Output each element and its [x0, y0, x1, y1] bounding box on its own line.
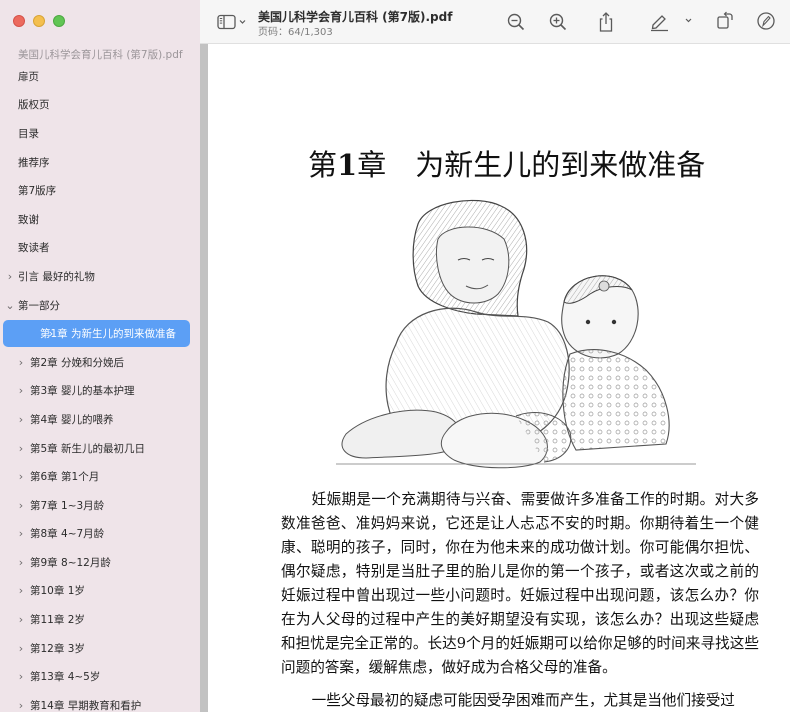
toc-item[interactable]: › 第4章 婴儿的喂养	[0, 405, 200, 434]
chevron-right-icon[interactable]: ›	[16, 584, 26, 597]
toc-item[interactable]: › 第8章 4~7月龄	[0, 520, 200, 549]
toc-item[interactable]: 扉页	[0, 62, 200, 91]
toc-item[interactable]: › 第5章 新生儿的最初几日	[0, 434, 200, 463]
mother-and-children-illustration	[336, 199, 696, 469]
zoom-in-button[interactable]	[547, 11, 569, 33]
pdf-page: 第1章 为新生儿的到来做准备 妊娠期是一个充满期待与兴奋、需要做许多准备工作的时…	[208, 44, 790, 712]
toc-item[interactable]: › 第13章 4~5岁	[0, 662, 200, 691]
toc-item-label: 第2章 分娩和分娩后	[30, 356, 125, 369]
toc-item[interactable]: › 第1章 为新生儿的到来做准备	[0, 319, 200, 348]
toc-item-label: 扉页	[18, 70, 39, 83]
chevron-right-icon[interactable]: ›	[16, 384, 26, 397]
toc-item-label: 致谢	[18, 213, 39, 226]
toc-item-label: 第4章 婴儿的喂养	[30, 413, 114, 426]
toc-item[interactable]: ⌄ 第一部分	[0, 291, 200, 320]
markup-button[interactable]	[755, 10, 777, 32]
table-of-contents: 扉页 版权页 目录 推荐序 第7版序 致谢 致读者 › 引言 最好的礼物 ⌄ 第一部分 › 第1章 为新…	[0, 62, 200, 712]
chevron-right-icon[interactable]: ›	[16, 556, 26, 569]
chapter-title-prefix: 第	[308, 148, 338, 182]
toc-item-label: 第7版序	[18, 185, 57, 198]
body-paragraph-2: 一些父母最初的疑虑可能因受孕困难而产生，尤其是当他们接受过	[311, 692, 735, 709]
highlight-button[interactable]	[648, 10, 692, 32]
page-indicator: 页码：64/1,303	[258, 27, 333, 38]
sidebar-document-title: 美国儿科学会育儿百科 (第7版).pdf	[18, 49, 183, 61]
share-button[interactable]	[595, 10, 617, 34]
chevron-right-icon[interactable]: ›	[16, 527, 26, 540]
toc-item[interactable]: › 第10章 1岁	[0, 577, 200, 606]
highlight-pen-icon	[651, 15, 692, 32]
toc-item-label: 第13章 4~5岁	[30, 671, 101, 684]
sidebar: 美国儿科学会育儿百科 (第7版).pdf 扉页版权页目录推荐序第7版序致谢致读者…	[0, 0, 200, 712]
close-window-button[interactable]	[13, 15, 25, 27]
rotate-button[interactable]	[714, 10, 736, 32]
toc-item[interactable]: › 第12章 3岁	[0, 634, 200, 663]
toc-item-label: 第14章 早期教育和看护	[30, 699, 142, 712]
toc-item-label: 致读者	[18, 242, 50, 255]
toc-item[interactable]: › 第2章 分娩和分娩后	[0, 348, 200, 377]
toc-item[interactable]: › 第14章 早期教育和看护	[0, 691, 200, 712]
toc-item[interactable]: › 第6章 第1个月	[0, 462, 200, 491]
toc-item-label: 第7章 1~3月龄	[30, 499, 105, 512]
toolbar: 美国儿科学会育儿百科 (第7版).pdf 页码：64/1,303	[200, 0, 790, 44]
chapter-number: 1	[337, 148, 358, 182]
toc-item[interactable]: 致谢	[0, 205, 200, 234]
toc-item[interactable]: 第7版序	[0, 176, 200, 205]
chevron-right-icon[interactable]: ›	[16, 442, 26, 455]
toc-item-label: 目录	[18, 127, 39, 140]
sidebar-toggle-button[interactable]	[216, 12, 250, 32]
toc-item[interactable]: › 第3章 婴儿的基本护理	[0, 377, 200, 406]
chevron-down-icon[interactable]: ⌄	[5, 299, 15, 312]
toc-item-label: 第一部分	[18, 299, 60, 312]
preview-window: 美国儿科学会育儿百科 (第7版).pdf 扉页版权页目录推荐序第7版序致谢致读者…	[0, 0, 790, 712]
zoom-in-icon	[549, 13, 567, 31]
toc-item-label: 第11章 2岁	[30, 614, 85, 627]
share-icon	[599, 12, 613, 32]
toc-item[interactable]: 致读者	[0, 234, 200, 263]
chevron-right-icon[interactable]: ›	[16, 699, 26, 712]
toc-item-label: 第5章 新生儿的最初几日	[30, 442, 146, 455]
zoom-out-icon	[507, 13, 525, 31]
toc-item[interactable]: › 第9章 8~12月龄	[0, 548, 200, 577]
chapter-title: 第1章 为新生儿的到来做准备	[308, 142, 705, 184]
chevron-right-icon[interactable]: ›	[5, 270, 15, 283]
toc-item-label: 第6章 第1个月	[30, 471, 100, 484]
sidebar-toggle-icon	[217, 14, 246, 30]
chevron-right-icon[interactable]: ›	[16, 499, 26, 512]
markup-icon	[757, 12, 775, 30]
minimize-window-button[interactable]	[33, 15, 45, 27]
toc-item-label: 第9章 8~12月龄	[30, 556, 111, 569]
toc-item-label: 第3章 婴儿的基本护理	[30, 385, 135, 398]
toc-item-label: 引言 最好的礼物	[18, 270, 95, 283]
chapter-body: 妊娠期是一个充满期待与兴奋、需要做许多准备工作的时期。对大多数准爸爸、准妈妈来说…	[281, 488, 759, 712]
window-controls	[13, 15, 65, 27]
chevron-right-icon[interactable]: ›	[16, 356, 26, 369]
rotate-icon	[717, 11, 733, 29]
zoom-window-button[interactable]	[53, 15, 65, 27]
chevron-right-icon[interactable]: ›	[16, 613, 26, 626]
toc-item[interactable]: 推荐序	[0, 148, 200, 177]
sidebar-divider[interactable]	[200, 44, 208, 712]
toc-item[interactable]: › 第11章 2岁	[0, 605, 200, 634]
toc-item-label: 第1章 为新生儿的到来做准备	[40, 328, 177, 341]
zoom-out-button[interactable]	[505, 11, 527, 33]
toc-item[interactable]: 目录	[0, 119, 200, 148]
toc-item-label: 第8章 4~7月龄	[30, 528, 105, 541]
toc-item-label: 版权页	[18, 99, 50, 112]
toc-item-label: 第10章 1岁	[30, 585, 85, 598]
toc-item-label: 第12章 3岁	[30, 642, 85, 655]
chevron-right-icon[interactable]: ›	[16, 642, 26, 655]
toc-item-label: 推荐序	[18, 156, 50, 169]
body-paragraph-1: 妊娠期是一个充满期待与兴奋、需要做许多准备工作的时期。对大多数准爸爸、准妈妈来说…	[281, 491, 759, 676]
chevron-right-icon[interactable]: ›	[16, 670, 26, 683]
chapter-title-text: 章 为新生儿的到来做准备	[357, 148, 706, 182]
toc-item[interactable]: › 第7章 1~3月龄	[0, 491, 200, 520]
chevron-right-icon[interactable]: ›	[16, 413, 26, 426]
toc-item[interactable]: 版权页	[0, 91, 200, 120]
toc-item[interactable]: › 引言 最好的礼物	[0, 262, 200, 291]
chevron-right-icon[interactable]: ›	[16, 470, 26, 483]
